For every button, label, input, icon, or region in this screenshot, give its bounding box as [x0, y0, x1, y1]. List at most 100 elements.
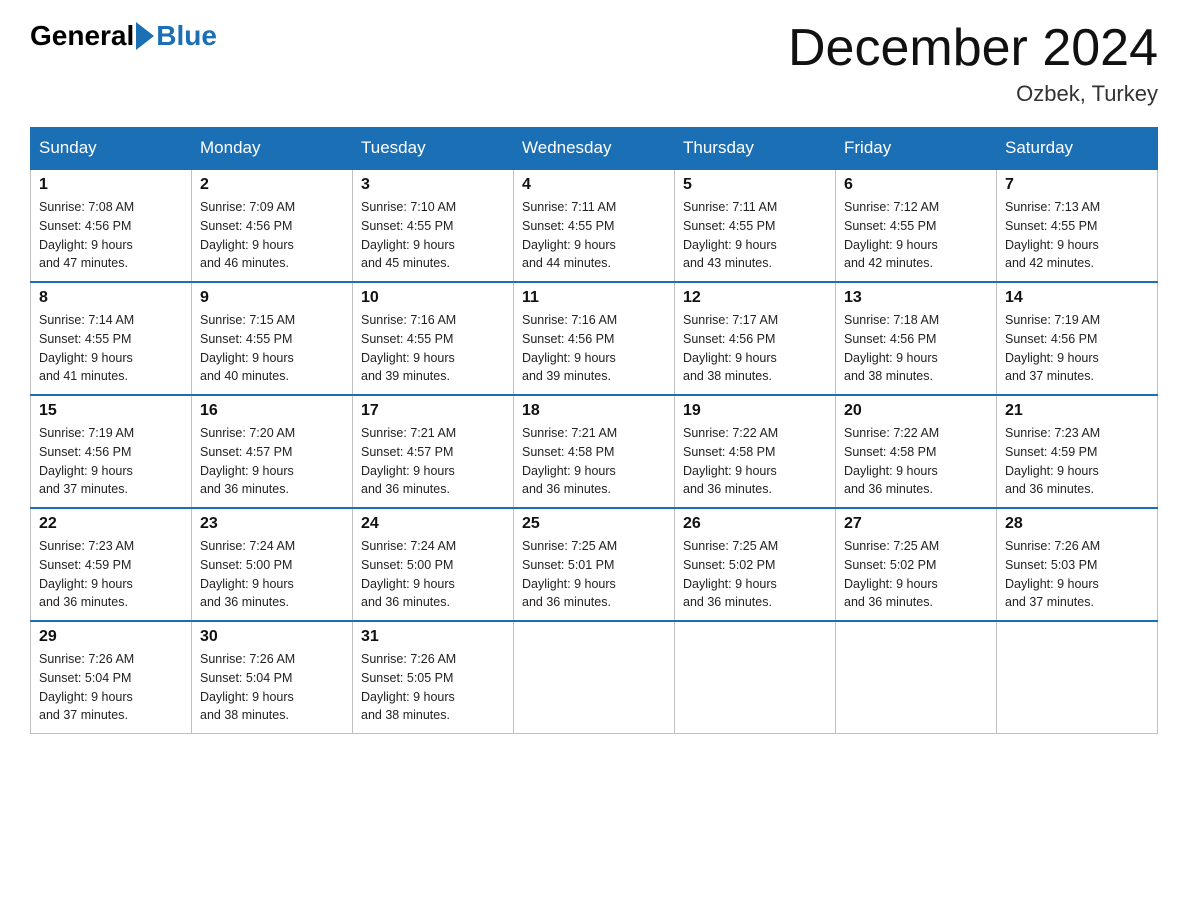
calendar-cell: 12 Sunrise: 7:17 AMSunset: 4:56 PMDayligh…	[675, 282, 836, 395]
weekday-header-sunday: Sunday	[31, 128, 192, 170]
calendar-cell: 22 Sunrise: 7:23 AMSunset: 4:59 PMDayligh…	[31, 508, 192, 621]
calendar-cell: 20Sunrise: 7:22 AMSunset: 4:58 PMDayligh…	[836, 395, 997, 508]
day-info: Sunrise: 7:19 AMSunset: 4:56 PMDaylight:…	[1005, 311, 1149, 386]
day-info: Sunrise: 7:13 AMSunset: 4:55 PMDaylight:…	[1005, 198, 1149, 273]
day-number: 11	[522, 289, 666, 307]
calendar-cell: 25Sunrise: 7:25 AMSunset: 5:01 PMDayligh…	[514, 508, 675, 621]
day-number: 19	[683, 402, 827, 420]
day-info: Sunrise: 7:22 AMSunset: 4:58 PMDaylight:…	[683, 424, 827, 499]
day-number: 22	[39, 515, 183, 533]
logo-general-text: General	[30, 20, 134, 52]
day-number: 2	[200, 176, 344, 194]
week-row-4: 22 Sunrise: 7:23 AMSunset: 4:59 PMDayligh…	[31, 508, 1158, 621]
calendar-cell: 16 Sunrise: 7:20 AMSunset: 4:57 PMDayligh…	[192, 395, 353, 508]
calendar-cell: 19 Sunrise: 7:22 AMSunset: 4:58 PMDayligh…	[675, 395, 836, 508]
day-info: Sunrise: 7:21 AMSunset: 4:57 PMDaylight:…	[361, 424, 505, 499]
weekday-header-friday: Friday	[836, 128, 997, 170]
day-info: Sunrise: 7:24 AMSunset: 5:00 PMDaylight:…	[200, 537, 344, 612]
day-number: 6	[844, 176, 988, 194]
week-row-2: 8Sunrise: 7:14 AMSunset: 4:55 PMDaylight…	[31, 282, 1158, 395]
day-info: Sunrise: 7:17 AMSunset: 4:56 PMDaylight:…	[683, 311, 827, 386]
day-info: Sunrise: 7:25 AMSunset: 5:02 PMDaylight:…	[844, 537, 988, 612]
calendar-cell: 17 Sunrise: 7:21 AMSunset: 4:57 PMDayligh…	[353, 395, 514, 508]
calendar-cell: 3Sunrise: 7:10 AMSunset: 4:55 PMDaylight…	[353, 169, 514, 282]
calendar-cell: 10 Sunrise: 7:16 AMSunset: 4:55 PMDayligh…	[353, 282, 514, 395]
day-info: Sunrise: 7:21 AMSunset: 4:58 PMDaylight:…	[522, 424, 666, 499]
day-number: 21	[1005, 402, 1149, 420]
day-number: 16	[200, 402, 344, 420]
day-number: 18	[522, 402, 666, 420]
logo-blue-text: Blue	[156, 20, 217, 52]
calendar-cell: 8Sunrise: 7:14 AMSunset: 4:55 PMDaylight…	[31, 282, 192, 395]
logo: General Blue	[30, 20, 217, 52]
calendar-cell: 30 Sunrise: 7:26 AMSunset: 5:04 PMDayligh…	[192, 621, 353, 734]
day-info: Sunrise: 7:23 AMSunset: 4:59 PMDaylight:…	[39, 537, 183, 612]
day-info: Sunrise: 7:12 AMSunset: 4:55 PMDaylight:…	[844, 198, 988, 273]
calendar-cell: 5 Sunrise: 7:11 AMSunset: 4:55 PMDaylight…	[675, 169, 836, 282]
logo-arrow-icon	[136, 22, 154, 50]
day-info: Sunrise: 7:11 AMSunset: 4:55 PMDaylight:…	[522, 198, 666, 273]
calendar-cell: 15 Sunrise: 7:19 AMSunset: 4:56 PMDayligh…	[31, 395, 192, 508]
calendar-cell: 23 Sunrise: 7:24 AMSunset: 5:00 PMDayligh…	[192, 508, 353, 621]
calendar-cell: 24Sunrise: 7:24 AMSunset: 5:00 PMDayligh…	[353, 508, 514, 621]
day-info: Sunrise: 7:26 AMSunset: 5:05 PMDaylight:…	[361, 650, 505, 725]
day-info: Sunrise: 7:14 AMSunset: 4:55 PMDaylight:…	[39, 311, 183, 386]
day-number: 5	[683, 176, 827, 194]
calendar-cell	[836, 621, 997, 734]
calendar-cell: 29 Sunrise: 7:26 AMSunset: 5:04 PMDayligh…	[31, 621, 192, 734]
calendar-cell	[997, 621, 1158, 734]
calendar-cell: 13Sunrise: 7:18 AMSunset: 4:56 PMDayligh…	[836, 282, 997, 395]
calendar-cell: 7Sunrise: 7:13 AMSunset: 4:55 PMDaylight…	[997, 169, 1158, 282]
page-header: General Blue December 2024 Ozbek, Turkey	[30, 20, 1158, 107]
day-info: Sunrise: 7:23 AMSunset: 4:59 PMDaylight:…	[1005, 424, 1149, 499]
calendar-cell: 1 Sunrise: 7:08 AMSunset: 4:56 PMDaylight…	[31, 169, 192, 282]
week-row-5: 29 Sunrise: 7:26 AMSunset: 5:04 PMDayligh…	[31, 621, 1158, 734]
day-number: 1	[39, 176, 183, 194]
title-section: December 2024 Ozbek, Turkey	[788, 20, 1158, 107]
day-number: 14	[1005, 289, 1149, 307]
day-number: 29	[39, 628, 183, 646]
weekday-header-monday: Monday	[192, 128, 353, 170]
calendar-cell	[675, 621, 836, 734]
day-info: Sunrise: 7:18 AMSunset: 4:56 PMDaylight:…	[844, 311, 988, 386]
calendar-cell: 2Sunrise: 7:09 AMSunset: 4:56 PMDaylight…	[192, 169, 353, 282]
day-info: Sunrise: 7:15 AMSunset: 4:55 PMDaylight:…	[200, 311, 344, 386]
day-info: Sunrise: 7:16 AMSunset: 4:56 PMDaylight:…	[522, 311, 666, 386]
day-info: Sunrise: 7:19 AMSunset: 4:56 PMDaylight:…	[39, 424, 183, 499]
calendar-cell: 26Sunrise: 7:25 AMSunset: 5:02 PMDayligh…	[675, 508, 836, 621]
day-number: 15	[39, 402, 183, 420]
location-subtitle: Ozbek, Turkey	[788, 81, 1158, 107]
calendar-cell	[514, 621, 675, 734]
day-number: 30	[200, 628, 344, 646]
day-info: Sunrise: 7:08 AMSunset: 4:56 PMDaylight:…	[39, 198, 183, 273]
week-row-1: 1 Sunrise: 7:08 AMSunset: 4:56 PMDaylight…	[31, 169, 1158, 282]
day-info: Sunrise: 7:16 AMSunset: 4:55 PMDaylight:…	[361, 311, 505, 386]
day-number: 23	[200, 515, 344, 533]
day-number: 20	[844, 402, 988, 420]
day-number: 17	[361, 402, 505, 420]
day-number: 12	[683, 289, 827, 307]
day-info: Sunrise: 7:20 AMSunset: 4:57 PMDaylight:…	[200, 424, 344, 499]
day-number: 9	[200, 289, 344, 307]
weekday-header-thursday: Thursday	[675, 128, 836, 170]
calendar-cell: 27Sunrise: 7:25 AMSunset: 5:02 PMDayligh…	[836, 508, 997, 621]
day-info: Sunrise: 7:26 AMSunset: 5:04 PMDaylight:…	[200, 650, 344, 725]
calendar-cell: 28Sunrise: 7:26 AMSunset: 5:03 PMDayligh…	[997, 508, 1158, 621]
day-info: Sunrise: 7:26 AMSunset: 5:04 PMDaylight:…	[39, 650, 183, 725]
day-number: 10	[361, 289, 505, 307]
day-info: Sunrise: 7:25 AMSunset: 5:02 PMDaylight:…	[683, 537, 827, 612]
weekday-header-tuesday: Tuesday	[353, 128, 514, 170]
day-info: Sunrise: 7:25 AMSunset: 5:01 PMDaylight:…	[522, 537, 666, 612]
day-number: 3	[361, 176, 505, 194]
calendar-cell: 6 Sunrise: 7:12 AMSunset: 4:55 PMDaylight…	[836, 169, 997, 282]
day-info: Sunrise: 7:11 AMSunset: 4:55 PMDaylight:…	[683, 198, 827, 273]
day-info: Sunrise: 7:26 AMSunset: 5:03 PMDaylight:…	[1005, 537, 1149, 612]
weekday-header-row: SundayMondayTuesdayWednesdayThursdayFrid…	[31, 128, 1158, 170]
week-row-3: 15 Sunrise: 7:19 AMSunset: 4:56 PMDayligh…	[31, 395, 1158, 508]
day-number: 31	[361, 628, 505, 646]
calendar-cell: 18 Sunrise: 7:21 AMSunset: 4:58 PMDayligh…	[514, 395, 675, 508]
calendar-cell: 11 Sunrise: 7:16 AMSunset: 4:56 PMDayligh…	[514, 282, 675, 395]
day-number: 24	[361, 515, 505, 533]
weekday-header-saturday: Saturday	[997, 128, 1158, 170]
day-number: 4	[522, 176, 666, 194]
